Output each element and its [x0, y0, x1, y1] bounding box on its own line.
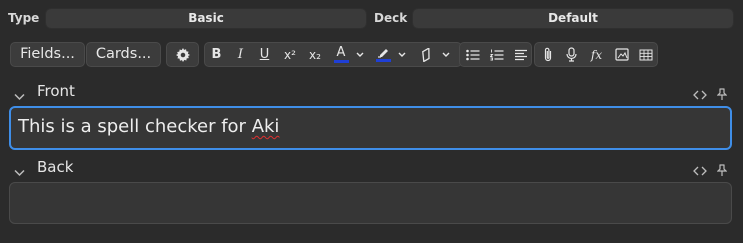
- record-audio-button[interactable]: [560, 43, 583, 66]
- image-occlusion-button[interactable]: [610, 43, 633, 66]
- table-button[interactable]: [634, 43, 657, 66]
- note-type-selector[interactable]: Basic: [45, 8, 367, 29]
- misspelled-word[interactable]: Aki: [252, 116, 280, 137]
- eraser-button[interactable]: [415, 43, 439, 66]
- text-color-button[interactable]: A: [329, 43, 353, 66]
- italic-icon: I: [237, 47, 244, 62]
- html-editor-toggle-icon[interactable]: [693, 161, 707, 180]
- underline-icon: U: [259, 47, 270, 62]
- field-header-front: Front: [0, 81, 743, 103]
- deck-selector[interactable]: Default: [412, 8, 734, 29]
- bold-icon: B: [211, 47, 222, 62]
- align-icon: [514, 49, 528, 61]
- table-icon: [639, 49, 653, 61]
- ordered-list-button[interactable]: [485, 43, 508, 66]
- options-group: [166, 42, 199, 67]
- cards-button[interactable]: Cards...: [86, 42, 161, 67]
- chevron-down-icon: [398, 52, 406, 58]
- field-header-back: Back: [0, 157, 743, 179]
- ordered-list-icon: [489, 49, 504, 61]
- highlight-color-button[interactable]: [371, 43, 395, 66]
- highlight-color-icon: [377, 47, 390, 58]
- text-color-icon: A: [336, 45, 346, 60]
- note-header: Type Basic Deck Default: [0, 0, 743, 36]
- front-field-editor[interactable]: This is a spell checker for Aki: [9, 106, 732, 150]
- highlight-color-dropdown[interactable]: [396, 43, 408, 66]
- chevron-down-icon[interactable]: [14, 162, 25, 181]
- microphone-icon: [566, 47, 577, 62]
- text-color-dropdown[interactable]: [354, 43, 366, 66]
- unordered-list-icon: [465, 49, 480, 61]
- chevron-down-icon: [356, 52, 364, 58]
- attachment-icon: [543, 47, 553, 62]
- gear-icon: [175, 47, 190, 62]
- media-group: fx: [534, 42, 658, 67]
- pin-icon[interactable]: [716, 161, 728, 180]
- field-name-back[interactable]: Back: [37, 158, 73, 176]
- highlight-color-swatch: [375, 59, 391, 62]
- underline-button[interactable]: U: [253, 43, 276, 66]
- deck-label: Deck: [374, 11, 408, 25]
- function-icon: fx: [590, 47, 603, 62]
- gear-button[interactable]: [167, 43, 198, 66]
- back-field-editor[interactable]: [9, 182, 732, 224]
- image-occlusion-icon: [614, 48, 629, 61]
- subscript-icon: x₂: [309, 47, 321, 62]
- type-label: Type: [8, 11, 40, 25]
- align-button[interactable]: [509, 43, 532, 66]
- front-field-content: This is a spell checker for Aki: [18, 116, 279, 137]
- mathjax-button[interactable]: fx: [584, 43, 609, 66]
- formatting-group: B I U x² x₂ A: [204, 42, 462, 67]
- attach-button[interactable]: [536, 43, 559, 66]
- superscript-icon: x²: [284, 47, 296, 62]
- eraser-dropdown[interactable]: [440, 43, 452, 66]
- list-group: [459, 42, 532, 67]
- superscript-button[interactable]: x²: [278, 43, 302, 66]
- field-name-front[interactable]: Front: [37, 82, 75, 100]
- editor-toolbar: Fields... Cards... B I U x² x₂ A fx: [0, 40, 743, 68]
- fields-button[interactable]: Fields...: [10, 42, 85, 67]
- front-field-text: This is a spell checker for: [18, 116, 252, 137]
- eraser-icon: [419, 47, 435, 62]
- chevron-down-icon: [442, 52, 450, 58]
- bold-button[interactable]: B: [205, 43, 228, 66]
- pin-icon[interactable]: [716, 85, 728, 104]
- html-editor-toggle-icon[interactable]: [693, 85, 707, 104]
- unordered-list-button[interactable]: [461, 43, 484, 66]
- subscript-button[interactable]: x₂: [303, 43, 327, 66]
- chevron-down-icon[interactable]: [14, 86, 25, 105]
- text-color-swatch: [333, 60, 349, 63]
- italic-button[interactable]: I: [229, 43, 252, 66]
